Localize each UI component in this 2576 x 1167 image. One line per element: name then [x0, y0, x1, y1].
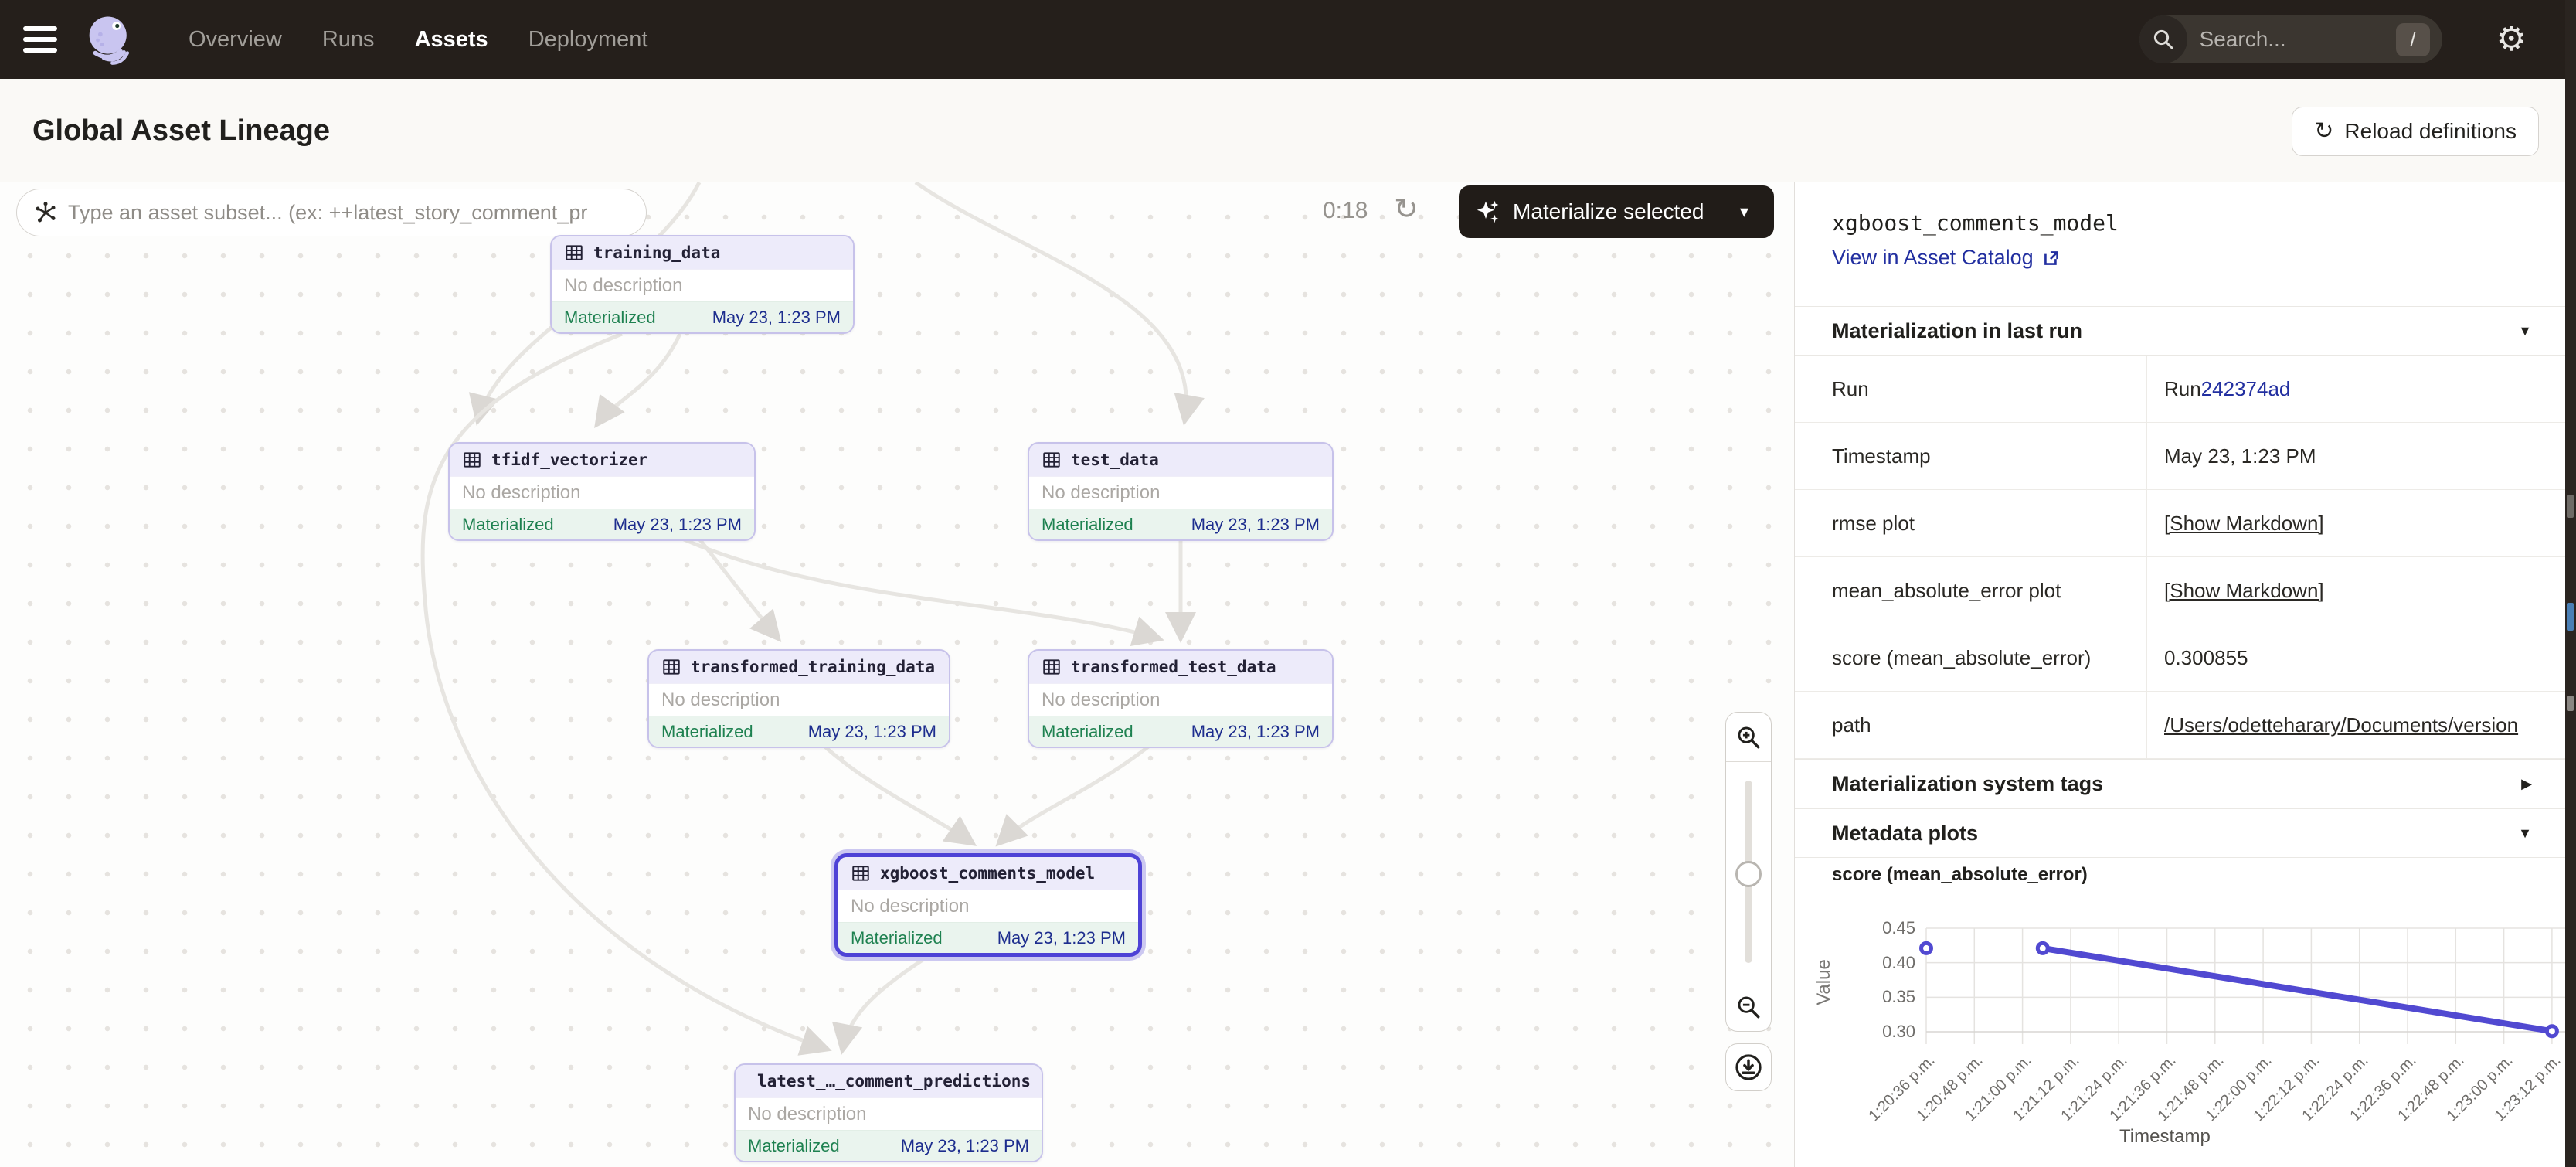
show-markdown-link[interactable]: [Show Markdown]	[2164, 512, 2324, 536]
top-nav: Overview Runs Assets Deployment Search..…	[0, 0, 2576, 79]
chevron-right-icon: ▶	[2521, 776, 2532, 792]
nav-item-overview[interactable]: Overview	[189, 27, 282, 53]
y-axis-label: Value	[1813, 959, 1835, 1005]
search-placeholder: Search...	[2200, 27, 2397, 52]
asset-node-training-data[interactable]: training_data No description Materialize…	[550, 235, 855, 334]
download-icon	[1734, 1053, 1763, 1082]
selected-asset-name: xgboost_comments_model	[1832, 210, 2119, 236]
run-id-link[interactable]: 242374ad	[2201, 377, 2291, 401]
hamburger-menu-icon[interactable]	[23, 26, 57, 53]
table-icon	[661, 657, 681, 677]
materialization-table: Run Run 242374ad Timestamp May 23, 1:23 …	[1795, 356, 2565, 759]
table-icon	[462, 450, 482, 470]
asset-filter-box	[16, 189, 647, 236]
settings-gear-icon[interactable]: ⚙	[2496, 22, 2527, 56]
search-icon	[2139, 15, 2187, 63]
refresh-icon[interactable]: ↻	[1394, 192, 1419, 226]
asset-detail-panel: xgboost_comments_model View in Asset Cat…	[1794, 182, 2565, 1167]
x-axis-label: Timestamp	[2119, 1126, 2211, 1148]
table-icon	[1042, 657, 1062, 677]
external-link-icon	[2041, 248, 2061, 268]
asset-lineage-canvas[interactable]: 0:18 ↻ Materialize selected ▾ training_d…	[0, 182, 1794, 1167]
zoom-slider[interactable]	[1726, 762, 1771, 982]
op-selector-icon	[34, 201, 57, 224]
y-tick-label: 0.45	[1861, 918, 1915, 938]
asset-subset-input[interactable]	[68, 201, 629, 225]
asset-node-tfidf-vectorizer[interactable]: tfidf_vectorizer No description Material…	[448, 442, 756, 541]
y-tick-label: 0.40	[1861, 953, 1915, 973]
search-input[interactable]: Search... /	[2139, 15, 2442, 63]
refresh-icon: ↻	[2314, 120, 2333, 143]
asset-node-transformed-training-data[interactable]: transformed_training_data No description…	[647, 649, 950, 748]
section-metadata-plots[interactable]: Metadata plots ▼	[1795, 808, 2565, 858]
zoom-controls	[1725, 712, 1772, 1032]
chart-title: score (mean_absolute_error)	[1832, 864, 2088, 886]
y-tick-label: 0.35	[1861, 987, 1915, 1007]
asset-node-transformed-test-data[interactable]: transformed_test_data No description Mat…	[1028, 649, 1334, 748]
chevron-down-icon: ▼	[2518, 323, 2532, 339]
table-row: rmse plot [Show Markdown]	[1795, 490, 2565, 557]
asset-node-test-data[interactable]: test_data No description MaterializedMay…	[1028, 442, 1334, 541]
path-link[interactable]: /Users/odetteharary/Documents/version	[2164, 713, 2518, 737]
table-row: score (mean_absolute_error) 0.300855	[1795, 624, 2565, 692]
background-window-sliver	[2565, 0, 2576, 1167]
download-image-button[interactable]	[1725, 1043, 1772, 1091]
section-materialization-last-run[interactable]: Materialization in last run ▼	[1795, 306, 2565, 356]
view-in-asset-catalog-link[interactable]: View in Asset Catalog	[1832, 246, 2061, 270]
refresh-countdown: 0:18	[1323, 198, 1368, 224]
y-tick-label: 0.30	[1861, 1022, 1915, 1042]
nav-links: Overview Runs Assets Deployment	[189, 27, 647, 53]
table-row: Timestamp May 23, 1:23 PM	[1795, 423, 2565, 490]
materialize-dropdown-caret[interactable]: ▾	[1721, 202, 1766, 222]
chevron-down-icon: ▼	[2518, 825, 2532, 842]
table-icon	[1042, 450, 1062, 470]
zoom-in-button[interactable]	[1726, 713, 1771, 762]
asset-node-xgboost-comments-model[interactable]: xgboost_comments_model No description Ma…	[834, 853, 1142, 957]
table-icon	[851, 863, 871, 883]
dagster-logo[interactable]	[83, 12, 138, 66]
table-icon	[564, 243, 584, 263]
page-title: Global Asset Lineage	[32, 114, 330, 148]
reload-definitions-button[interactable]: ↻ Reload definitions	[2292, 107, 2539, 156]
search-shortcut-badge: /	[2396, 23, 2429, 56]
zoom-out-button[interactable]	[1726, 982, 1771, 1031]
materialize-selected-button[interactable]: Materialize selected ▾	[1459, 185, 1774, 238]
score-line-chart: 1:20:36 p.m.1:20:48 p.m.1:21:00 p.m.1:21…	[1795, 897, 2565, 1167]
asset-node-latest-comment-predictions[interactable]: latest_…_comment_predictions No descript…	[734, 1063, 1043, 1162]
page-header: Global Asset Lineage ↻ Reload definition…	[0, 79, 2576, 182]
sparkle-icon	[1474, 198, 1502, 226]
section-materialization-system-tags[interactable]: Materialization system tags ▶	[1795, 759, 2565, 808]
nav-item-assets[interactable]: Assets	[415, 27, 488, 53]
table-row: Run Run 242374ad	[1795, 356, 2565, 423]
zoom-slider-handle[interactable]	[1735, 861, 1762, 887]
table-row: mean_absolute_error plot [Show Markdown]	[1795, 557, 2565, 624]
nav-item-deployment[interactable]: Deployment	[528, 27, 648, 53]
table-row: path /Users/odetteharary/Documents/versi…	[1795, 692, 2565, 759]
show-markdown-link[interactable]: [Show Markdown]	[2164, 579, 2324, 603]
nav-item-runs[interactable]: Runs	[322, 27, 375, 53]
